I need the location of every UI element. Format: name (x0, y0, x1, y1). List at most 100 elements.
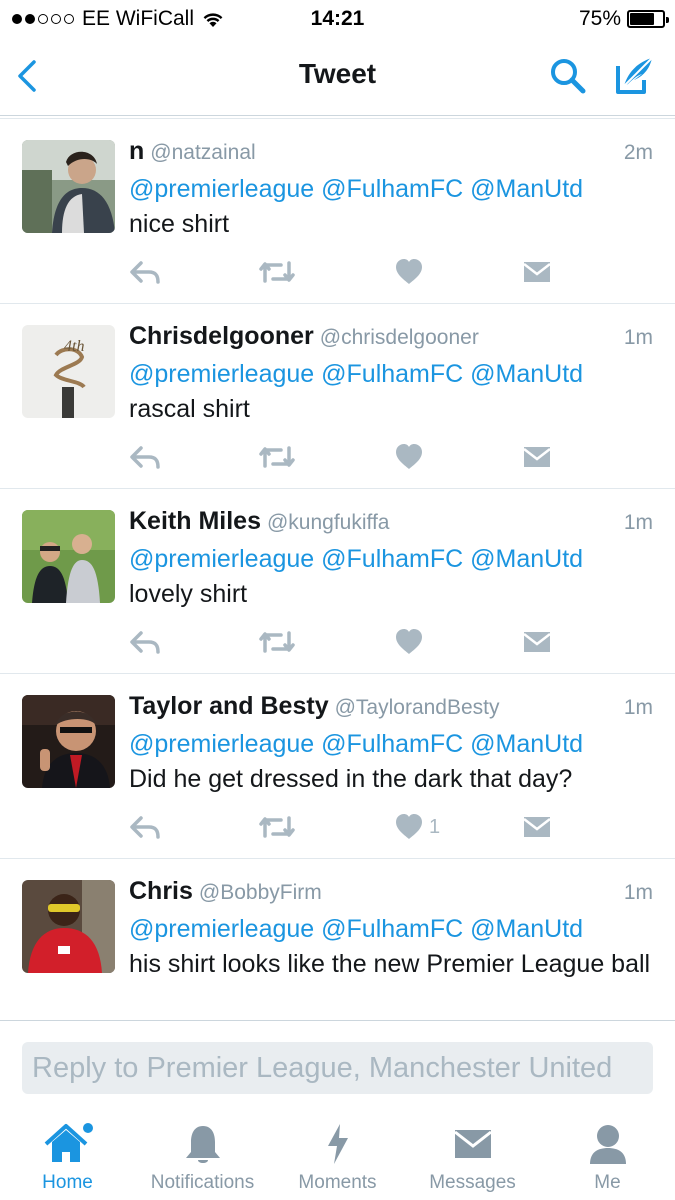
direct-message-button[interactable] (523, 811, 551, 843)
reply-button[interactable] (129, 626, 161, 658)
like-button[interactable] (395, 256, 429, 288)
bell-icon (185, 1126, 220, 1163)
direct-message-button[interactable] (523, 441, 551, 473)
tab-home[interactable]: Home (0, 1108, 135, 1200)
tweet-text: Did he get dressed in the dark that day? (129, 765, 573, 793)
reply-icon (130, 446, 160, 469)
tweet-body: @premierleague @FulhamFC @ManUtd his shi… (129, 912, 653, 982)
heart-icon (396, 814, 422, 839)
reply-button[interactable] (129, 441, 161, 473)
retweet-icon (259, 816, 295, 838)
tweet[interactable]: 4th Chrisdelgooner @chrisdelgooner 1m @pr… (0, 304, 675, 489)
author-handle[interactable]: @BobbyFirm (199, 881, 322, 904)
tweet-timestamp: 1m (623, 326, 653, 349)
retweet-button[interactable] (259, 626, 295, 658)
tab-notifications[interactable]: Notifications (135, 1108, 270, 1200)
tweet-actions (129, 256, 569, 288)
retweet-button[interactable] (259, 811, 295, 843)
reply-icon (130, 631, 160, 654)
avatar[interactable] (22, 510, 115, 603)
tab-label: Home (42, 1172, 93, 1193)
avatar[interactable] (22, 695, 115, 788)
avatar[interactable]: 4th (22, 325, 115, 418)
battery-percent: 75% (578, 7, 621, 30)
tweet-header: n @natzainal 2m (129, 137, 653, 171)
tweet[interactable]: Taylor and Besty @TaylorandBesty 1m @prem… (0, 674, 675, 859)
envelope-icon (453, 1130, 492, 1158)
avatar[interactable] (22, 880, 115, 973)
tweet-timestamp: 2m (623, 141, 653, 164)
tweet[interactable]: Chris @BobbyFirm 1m @premierleague @Fulha… (0, 859, 675, 1019)
tab-label: Moments (298, 1172, 377, 1193)
tweet-mentions[interactable]: @premierleague @FulhamFC @ManUtd (129, 912, 653, 947)
author-handle[interactable]: @chrisdelgooner (320, 326, 479, 349)
battery-icon (627, 10, 669, 28)
tweet-timestamp: 1m (623, 881, 653, 904)
tweet[interactable]: Keith Miles @kungfukiffa 1m @premierleagu… (0, 489, 675, 674)
status-bar: EE WiFiCall 14:21 75% (0, 0, 675, 38)
like-count: 1 (429, 815, 441, 838)
tweet-header: Taylor and Besty @TaylorandBesty 1m (129, 692, 653, 726)
retweet-button[interactable] (259, 441, 295, 473)
retweet-icon (259, 631, 295, 653)
like-button[interactable] (395, 441, 429, 473)
reply-bar (0, 1020, 675, 1108)
author-handle[interactable]: @kungfukiffa (267, 511, 390, 534)
tweet-mentions[interactable]: @premierleague @FulhamFC @ManUtd (129, 542, 653, 577)
author-name[interactable]: Chrisdelgooner (129, 322, 314, 350)
envelope-icon (523, 632, 551, 652)
direct-message-button[interactable] (523, 626, 551, 658)
envelope-icon (523, 817, 551, 837)
tweet-text: lovely shirt (129, 580, 248, 608)
author-name[interactable]: Keith Miles (129, 507, 261, 535)
tweet-body: @premierleague @FulhamFC @ManUtd lovely … (129, 542, 653, 612)
tab-label: Messages (429, 1172, 516, 1193)
compose-icon (616, 57, 653, 94)
reply-button[interactable] (129, 811, 161, 843)
author-name[interactable]: Chris (129, 877, 193, 905)
tweet-header: Keith Miles @kungfukiffa 1m (129, 507, 653, 541)
reply-input[interactable] (22, 1042, 653, 1094)
reply-button[interactable] (129, 256, 161, 288)
person-icon (589, 1125, 626, 1164)
tweet-timestamp: 1m (623, 511, 653, 534)
reply-icon (130, 261, 160, 284)
reply-icon (130, 816, 160, 839)
retweet-icon (259, 446, 295, 468)
envelope-icon (523, 447, 551, 467)
tweet-text: his shirt looks like the new Premier Lea… (129, 950, 651, 978)
author-handle[interactable]: @natzainal (150, 141, 255, 164)
svg-text:4th: 4th (64, 338, 84, 355)
tweet-header: Chrisdelgooner @chrisdelgooner 1m (129, 322, 653, 356)
tweet-header: Chris @BobbyFirm 1m (129, 877, 653, 911)
tweet-mentions[interactable]: @premierleague @FulhamFC @ManUtd (129, 172, 653, 207)
tweet-text: nice shirt (129, 210, 230, 238)
home-icon (44, 1123, 93, 1162)
search-icon (551, 59, 586, 94)
tweet-mentions[interactable]: @premierleague @FulhamFC @ManUtd (129, 357, 653, 392)
like-button[interactable]: 1 (395, 811, 440, 843)
envelope-icon (523, 262, 551, 282)
tab-label: Me (594, 1172, 621, 1193)
tweet[interactable]: n @natzainal 2m @premierleague @FulhamFC … (0, 119, 675, 304)
navigation-bar: Tweet (0, 38, 675, 119)
like-button[interactable] (395, 626, 429, 658)
tweet-mentions[interactable]: @premierleague @FulhamFC @ManUtd (129, 727, 653, 762)
direct-message-button[interactable] (523, 256, 551, 288)
tab-messages[interactable]: Messages (405, 1108, 540, 1200)
author-name[interactable]: Taylor and Besty (129, 692, 329, 720)
avatar[interactable] (22, 140, 115, 233)
tab-label: Notifications (150, 1172, 255, 1193)
search-button[interactable] (548, 56, 588, 96)
tweet-body: @premierleague @FulhamFC @ManUtd nice sh… (129, 172, 653, 242)
heart-icon (396, 444, 422, 469)
tab-moments[interactable]: Moments (270, 1108, 405, 1200)
status-right: 75% (578, 7, 669, 31)
retweet-button[interactable] (259, 256, 295, 288)
tab-me[interactable]: Me (540, 1108, 675, 1200)
author-handle[interactable]: @TaylorandBesty (335, 696, 500, 719)
tab-bar: Home Notifications Moments Messages Me (0, 1108, 675, 1200)
notification-dot (82, 1123, 93, 1133)
author-name[interactable]: n (129, 137, 144, 165)
compose-button[interactable] (612, 54, 658, 98)
